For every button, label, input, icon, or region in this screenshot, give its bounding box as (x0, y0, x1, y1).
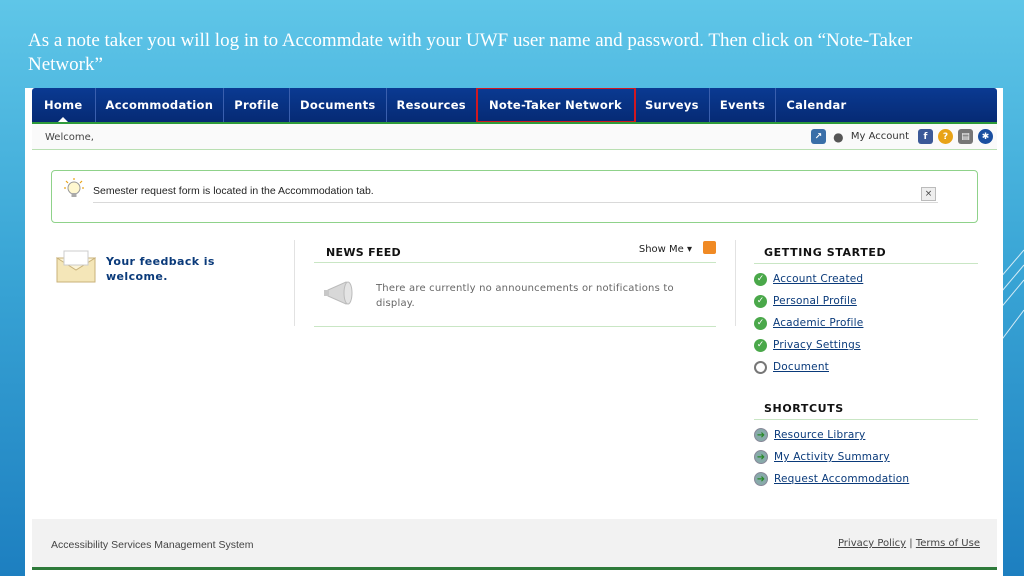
list-item[interactable]: ✓ Privacy Settings (754, 334, 978, 356)
column-divider (735, 240, 736, 326)
nav-home[interactable]: Home (32, 88, 96, 123)
list-item[interactable]: Document (754, 356, 978, 378)
welcome-text: Welcome, (45, 132, 94, 143)
megaphone-icon (324, 281, 353, 305)
slide-caption: As a note taker you will log in to Accom… (28, 30, 913, 75)
nav-surveys[interactable]: Surveys (635, 88, 710, 122)
terms-of-use-link[interactable]: Terms of Use (916, 538, 980, 549)
my-account-link[interactable]: My Account (851, 131, 909, 142)
list-item[interactable]: ✓ Personal Profile (754, 290, 978, 312)
news-feed-title: NEWS FEED (326, 246, 401, 259)
footer-system-name: Accessibility Services Management System (51, 539, 254, 551)
request-accommodation-link[interactable]: Request Accommodation (774, 473, 909, 485)
nav-documents[interactable]: Documents (290, 88, 387, 122)
nav-calendar[interactable]: Calendar (776, 88, 856, 122)
external-window-icon[interactable]: ↗ (810, 129, 826, 144)
shortcut-arrow-icon: ➜ (754, 428, 768, 442)
alert-message: Semester request form is located in the … (93, 185, 938, 203)
academic-profile-link[interactable]: Academic Profile (773, 317, 863, 329)
facebook-icon[interactable]: f (918, 129, 933, 144)
resource-library-link[interactable]: Resource Library (774, 429, 865, 441)
list-item[interactable]: ✓ Account Created (754, 268, 978, 290)
check-icon: ✓ (754, 272, 767, 286)
envelope-icon (56, 250, 96, 283)
accessibility-icon[interactable]: ✱ (978, 129, 993, 144)
nav-note-taker-network[interactable]: Note-Taker Network (475, 88, 636, 123)
help-icon[interactable]: ? (938, 129, 953, 144)
list-item[interactable]: ➜ My Activity Summary (754, 446, 978, 468)
user-icon: ● (833, 129, 844, 144)
feedback-block[interactable]: Your feedback is welcome. (56, 248, 236, 288)
news-divider (314, 262, 716, 263)
print-icon[interactable]: ▤ (958, 129, 973, 144)
right-column: GETTING STARTED ✓ Account Created ✓ Pers… (754, 240, 978, 490)
alert-close-button[interactable]: × (921, 187, 936, 201)
user-toolbar: ↗ ● My Account f ? ▤ ✱ (810, 129, 993, 144)
list-item[interactable]: ➜ Request Accommodation (754, 468, 978, 490)
list-item[interactable]: ➜ Resource Library (754, 424, 978, 446)
list-item[interactable]: ✓ Academic Profile (754, 312, 978, 334)
nav-profile[interactable]: Profile (224, 88, 291, 122)
nav-accommodation[interactable]: Accommodation (96, 88, 225, 122)
shortcut-arrow-icon: ➜ (754, 472, 768, 486)
getting-started-title: GETTING STARTED (754, 240, 978, 264)
news-feed: NEWS FEED Show Me ▾ There are currently … (314, 240, 716, 327)
check-icon: ✓ (754, 316, 767, 330)
privacy-policy-link[interactable]: Privacy Policy (838, 538, 906, 549)
column-divider (294, 240, 295, 326)
shortcuts-title: SHORTCUTS (754, 396, 978, 420)
rss-icon[interactable] (703, 241, 716, 254)
footer-links: Privacy Policy | Terms of Use (838, 538, 980, 549)
footer-separator: | (909, 538, 913, 549)
show-me-dropdown[interactable]: Show Me ▾ (639, 244, 692, 255)
incomplete-circle-icon (754, 360, 767, 374)
nav-events[interactable]: Events (710, 88, 777, 122)
shortcut-arrow-icon: ➜ (754, 450, 768, 464)
account-created-link[interactable]: Account Created (773, 273, 863, 285)
nav-resources[interactable]: Resources (387, 88, 477, 122)
footer: Accessibility Services Management System… (32, 519, 997, 570)
privacy-settings-link[interactable]: Privacy Settings (773, 339, 861, 351)
my-activity-summary-link[interactable]: My Activity Summary (774, 451, 890, 463)
check-icon: ✓ (754, 338, 767, 352)
lightbulb-icon (64, 178, 84, 197)
check-icon: ✓ (754, 294, 767, 308)
main-nav: Home Accommodation Profile Documents Res… (32, 88, 997, 123)
notice-alert: Semester request form is located in the … (51, 170, 978, 223)
personal-profile-link[interactable]: Personal Profile (773, 295, 857, 307)
document-link[interactable]: Document (773, 361, 829, 373)
news-empty-message: There are currently no announcements or … (376, 283, 674, 309)
feedback-text: Your feedback is welcome. (106, 255, 215, 283)
welcome-bar: Welcome, ↗ ● My Account f ? ▤ ✱ (32, 124, 997, 150)
app-screenshot: Home Accommodation Profile Documents Res… (25, 88, 1003, 576)
